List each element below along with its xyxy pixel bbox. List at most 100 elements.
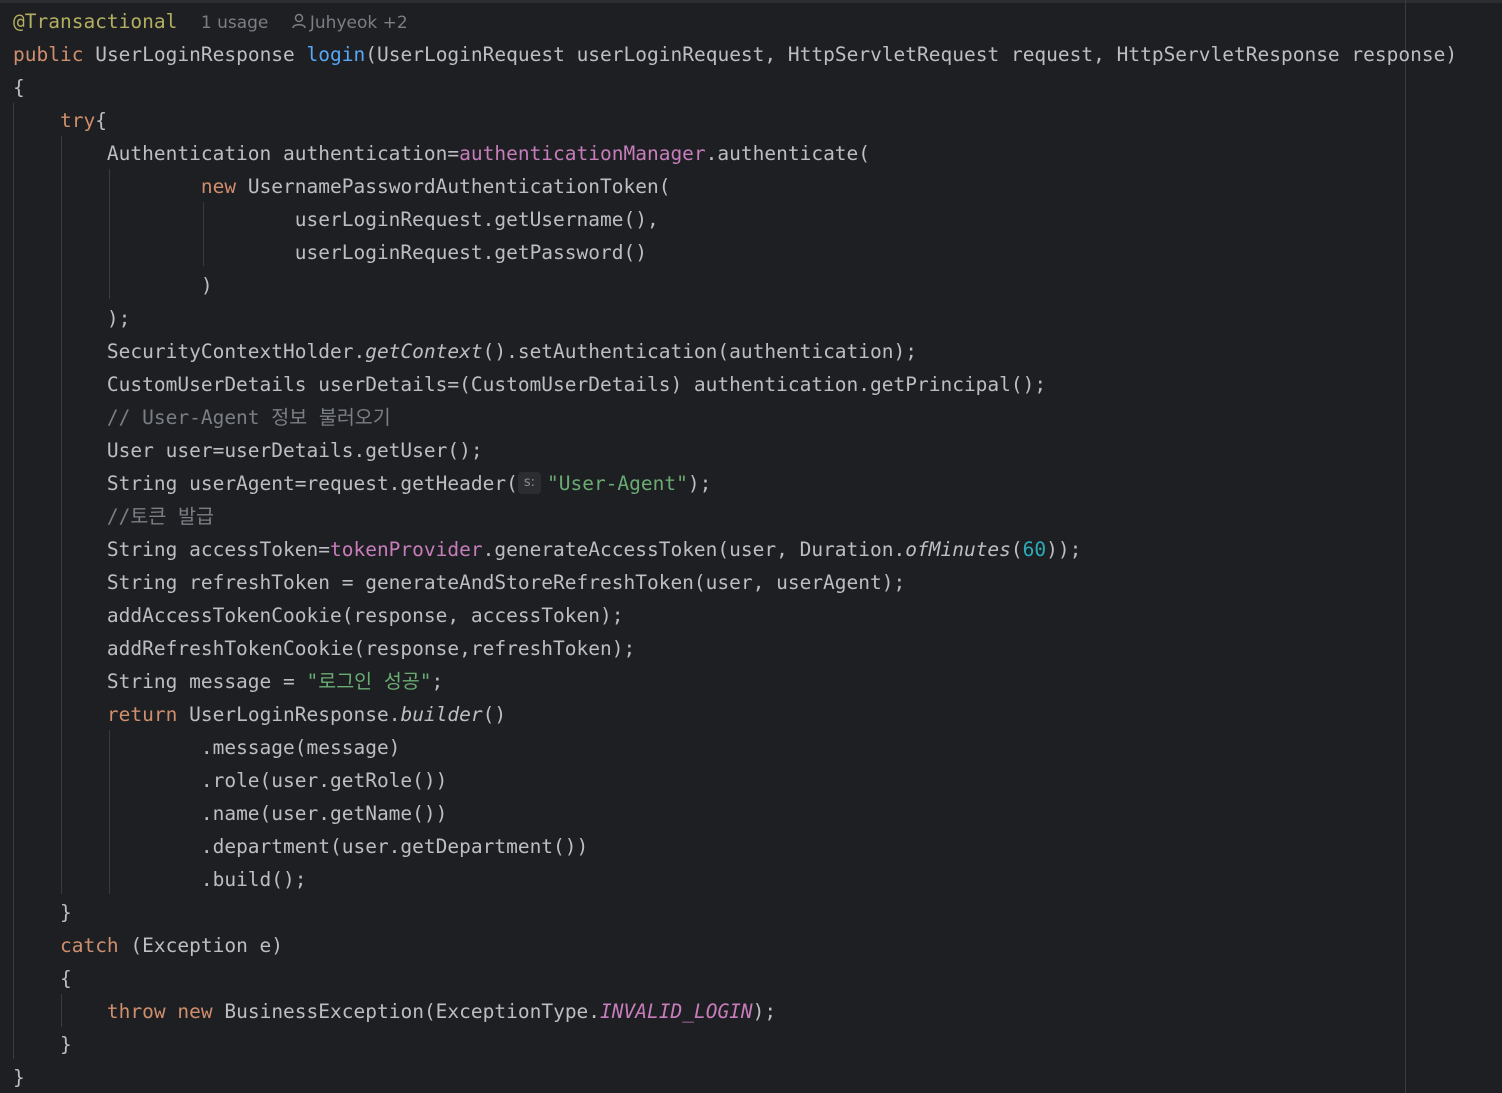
code-line-14[interactable]: User user=userDetails.getUser(); [13, 434, 483, 467]
code-text: .generateAccessToken(user, Duration. [482, 538, 906, 561]
code-text: BusinessException(ExceptionType. [224, 1000, 601, 1023]
user-icon [292, 13, 306, 29]
brace: { [95, 109, 107, 132]
code-text: addRefreshTokenCookie(response,refreshTo… [106, 637, 636, 660]
code-text: ); [106, 307, 131, 330]
code-line-2[interactable]: public UserLoginResponse login(UserLogin… [13, 38, 1457, 71]
code-text: .build(); [200, 868, 307, 891]
code-line-3[interactable]: { [13, 71, 25, 104]
code-text: String userAgent=request.getHeader( [106, 472, 518, 495]
comment: //토큰 발급 [106, 505, 214, 528]
code-line-19[interactable]: addAccessTokenCookie(response, accessTok… [13, 599, 624, 632]
field-token-provider: tokenProvider [329, 538, 483, 561]
code-text: ( [1010, 538, 1023, 561]
usage-count-link[interactable]: 1 usage [201, 13, 269, 33]
keyword-new: new [177, 1000, 213, 1023]
return-type: UserLoginResponse [95, 43, 295, 66]
brace: } [13, 1066, 25, 1089]
code-line-12[interactable]: CustomUserDetails userDetails=(CustomUse… [13, 368, 1046, 401]
code-line-29[interactable]: catch (Exception e) [13, 929, 283, 962]
keyword-return: return [106, 703, 178, 726]
code-line-9[interactable]: ) [13, 269, 213, 302]
code-line-28[interactable]: } [13, 896, 72, 929]
code-line-31[interactable]: throw new BusinessException(ExceptionTyp… [13, 995, 776, 1028]
code-line-17[interactable]: String accessToken=tokenProvider.generat… [13, 533, 1081, 566]
code-text: UserLoginResponse. [189, 703, 401, 726]
comment: // User-Agent 정보 불러오기 [106, 406, 391, 429]
code-line-26[interactable]: .department(user.getDepartment()) [13, 830, 588, 863]
code-line-21[interactable]: String message = "로그인 성공"; [13, 665, 443, 698]
code-line-22[interactable]: return UserLoginResponse.builder() [13, 698, 506, 731]
code-text: )); [1046, 538, 1082, 561]
author-info[interactable]: Juhyeok +2 [292, 13, 408, 33]
code-line-8[interactable]: userLoginRequest.getPassword() [13, 236, 647, 269]
keyword-new: new [200, 175, 237, 198]
code-line-13[interactable]: // User-Agent 정보 불러오기 [13, 401, 391, 434]
code-line-4[interactable]: try{ [13, 104, 107, 137]
code-text: .message(message) [200, 736, 401, 759]
code-line-25[interactable]: .name(user.getName()) [13, 797, 448, 830]
code-text: Authentication authentication= [106, 142, 460, 165]
code-line-20[interactable]: addRefreshTokenCookie(response,refreshTo… [13, 632, 635, 665]
code-line-16[interactable]: //토큰 발급 [13, 500, 214, 533]
code-line-23[interactable]: .message(message) [13, 731, 401, 764]
editor-top-border [0, 0, 1502, 3]
right-margin-guide [1405, 0, 1406, 1093]
annotation-transactional[interactable]: @Transactional [13, 10, 177, 33]
code-text: .role(user.getRole()) [200, 769, 448, 792]
code-line-30[interactable]: { [13, 962, 72, 995]
code-line-27[interactable]: .build(); [13, 863, 307, 896]
number-literal: 60 [1022, 538, 1047, 561]
code-line-24[interactable]: .role(user.getRole()) [13, 764, 448, 797]
code-editor[interactable]: @Transactional 1 usage Juhyeok +2 public… [0, 0, 1502, 1093]
code-line-10[interactable]: ); [13, 302, 130, 335]
code-text: ); [752, 1000, 777, 1023]
string-literal: "User-Agent" [546, 472, 688, 495]
code-text: String refreshToken = generateAndStoreRe… [106, 571, 906, 594]
code-text: userLoginRequest.getPassword() [294, 241, 647, 264]
code-text: (Exception e) [130, 934, 284, 957]
code-text: () [482, 703, 507, 726]
author-label: Juhyeok +2 [309, 13, 408, 33]
code-line-15[interactable]: String userAgent=request.getHeader(s: "Us… [13, 467, 711, 500]
enum-constant: INVALID_LOGIN [600, 1000, 753, 1023]
keyword-throw: throw [106, 1000, 166, 1023]
brace: { [59, 967, 72, 990]
code-text: ().setAuthentication(authentication); [482, 340, 917, 363]
method-params: (UserLoginRequest userLoginRequest, Http… [365, 43, 1458, 66]
code-text: User user=userDetails.getUser(); [106, 439, 483, 462]
brace: } [59, 901, 72, 924]
static-method-ofminutes: ofMinutes [905, 538, 1011, 561]
static-method-builder: builder [400, 703, 483, 726]
code-text: String message = [106, 670, 307, 693]
code-text: UsernamePasswordAuthenticationToken( [247, 175, 671, 198]
code-line-33[interactable]: } [13, 1061, 25, 1093]
code-line-6[interactable]: new UsernamePasswordAuthenticationToken( [13, 170, 671, 203]
code-text: ) [200, 274, 213, 297]
code-text: userLoginRequest.getUsername(), [294, 208, 659, 231]
code-line-18[interactable]: String refreshToken = generateAndStoreRe… [13, 566, 905, 599]
brace: { [13, 76, 25, 99]
code-line-7[interactable]: userLoginRequest.getUsername(), [13, 203, 659, 236]
static-method-getcontext: getContext [365, 340, 483, 363]
code-line-11[interactable]: SecurityContextHolder.getContext().setAu… [13, 335, 917, 368]
code-text: .name(user.getName()) [200, 802, 448, 825]
code-line-annotation[interactable]: @Transactional 1 usage Juhyeok +2 [13, 5, 408, 38]
brace: } [59, 1033, 72, 1056]
parameter-hint: s: [517, 471, 541, 494]
code-text: .department(user.getDepartment()) [200, 835, 589, 858]
code-text: ; [431, 670, 444, 693]
keyword-public: public [13, 43, 84, 66]
code-line-5[interactable]: Authentication authentication=authentica… [13, 137, 870, 170]
code-text: CustomUserDetails userDetails=(CustomUse… [106, 373, 1047, 396]
field-authentication-manager: authenticationManager [459, 142, 706, 165]
string-literal: "로그인 성공" [306, 670, 432, 693]
code-line-32[interactable]: } [13, 1028, 72, 1061]
code-text: addAccessTokenCookie(response, accessTok… [106, 604, 624, 627]
keyword-catch: catch [59, 934, 119, 957]
method-name-login[interactable]: login [307, 43, 366, 66]
code-text: String accessToken= [106, 538, 330, 561]
code-text: SecurityContextHolder. [106, 340, 366, 363]
code-text: .authenticate( [705, 142, 871, 165]
keyword-try: try [59, 109, 96, 132]
